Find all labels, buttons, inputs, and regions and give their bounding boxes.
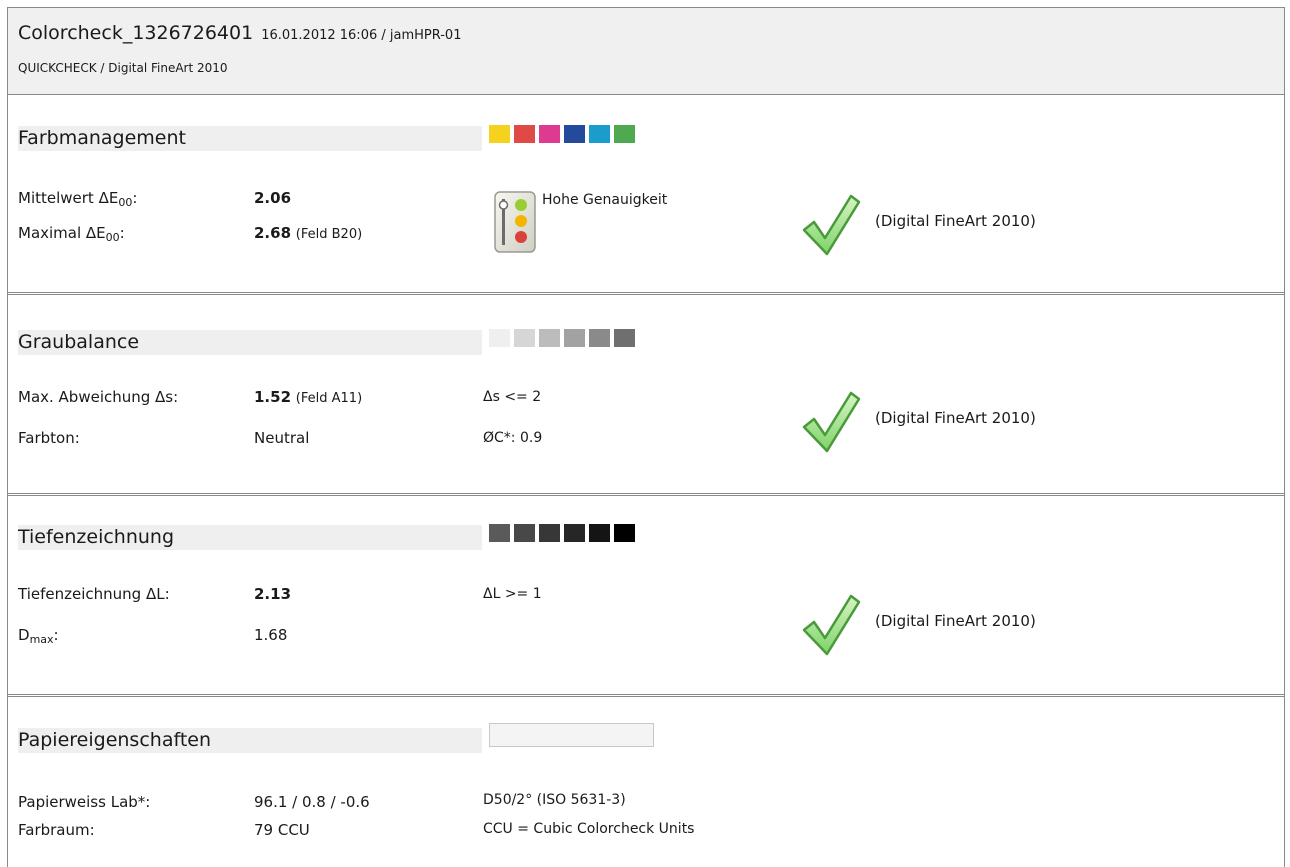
section-title: Graubalance <box>18 330 482 355</box>
swatch-5 <box>589 329 610 347</box>
swatch-5 <box>589 524 610 542</box>
section-title: Tiefenzeichnung <box>18 525 482 550</box>
max-abweichung-value: 1.52 (Feld A11) <box>254 388 363 406</box>
swatch-1 <box>489 524 510 542</box>
farbraum-note: CCU = Cubic Colorcheck Units <box>483 821 695 837</box>
max-abweichung-label: Max. Abweichung Δs: <box>18 388 179 406</box>
swatch-6 <box>614 524 635 542</box>
report-subtitle: QUICKCHECK / Digital FineArt 2010 <box>18 61 228 75</box>
swatch-3 <box>539 125 560 143</box>
farbraum-value: 79 CCU <box>254 821 310 839</box>
section-papiereigenschaften: Papiereigenschaften Papierweiss Lab*: 96… <box>8 697 1284 867</box>
report-header: Colorcheck_1326726401 16.01.2012 16:06 / … <box>8 8 1284 95</box>
farbton-label: Farbton: <box>18 429 80 447</box>
papierweiss-label: Papierweiss Lab*: <box>18 793 151 811</box>
green-checkmark-icon <box>802 391 861 453</box>
swatch-2 <box>514 524 535 542</box>
tiefenzeichnung-value: 2.13 <box>254 585 292 603</box>
swatch-2 <box>514 125 535 143</box>
mittelwert-value: 2.06 <box>254 189 292 207</box>
color-swatches <box>489 125 635 143</box>
green-checkmark-icon <box>802 594 861 656</box>
dmax-label: Dmax: <box>18 626 59 646</box>
verdict-text: (Digital FineArt 2010) <box>875 212 1036 230</box>
dark-swatches <box>489 524 635 542</box>
section-tiefenzeichnung: Tiefenzeichnung Tiefenzeichnung ΔL: 2.13… <box>8 496 1284 694</box>
gray-swatches <box>489 329 635 347</box>
verdict-text: (Digital FineArt 2010) <box>875 409 1036 427</box>
traffic-light-icon <box>494 191 536 253</box>
maximal-label: Maximal ΔE00: <box>18 224 125 244</box>
swatch-4 <box>564 329 585 347</box>
swatch-4 <box>564 524 585 542</box>
max-abweichung-criterion: Δs <= 2 <box>483 389 542 405</box>
accuracy-text: Hohe Genauigkeit <box>542 192 668 208</box>
tiefenzeichnung-label: Tiefenzeichnung ΔL: <box>18 585 170 603</box>
section-farbmanagement: Farbmanagement Mittelwert ΔE00: 2.06 Max… <box>8 94 1284 292</box>
farbraum-label: Farbraum: <box>18 821 95 839</box>
dmax-value: 1.68 <box>254 626 288 644</box>
green-checkmark-icon <box>802 194 861 256</box>
mittelwert-label: Mittelwert ΔE00: <box>18 189 138 209</box>
section-graubalance: Graubalance Max. Abweichung Δs: 1.52 (Fe… <box>8 295 1284 493</box>
swatch-3 <box>539 524 560 542</box>
swatch-1 <box>489 125 510 143</box>
report-title: Colorcheck_1326726401 16.01.2012 16:06 / … <box>18 22 461 44</box>
report-title-text: Colorcheck_1326726401 <box>18 22 254 44</box>
section-title: Papiereigenschaften <box>18 728 482 753</box>
swatch-6 <box>614 125 635 143</box>
swatch-3 <box>539 329 560 347</box>
swatch-5 <box>589 125 610 143</box>
farbton-criterion: ØC*: 0.9 <box>483 430 543 446</box>
papierweiss-note: D50/2° (ISO 5631-3) <box>483 792 626 808</box>
swatch-6 <box>614 329 635 347</box>
papierweiss-value: 96.1 / 0.8 / -0.6 <box>254 793 370 811</box>
section-title: Farbmanagement <box>18 126 482 151</box>
farbton-value: Neutral <box>254 429 310 447</box>
maximal-value: 2.68 (Feld B20) <box>254 224 363 242</box>
swatch-2 <box>514 329 535 347</box>
swatch-1 <box>489 329 510 347</box>
swatch-4 <box>564 125 585 143</box>
report-frame: Colorcheck_1326726401 16.01.2012 16:06 / … <box>7 7 1285 867</box>
tiefenzeichnung-criterion: ΔL >= 1 <box>483 586 542 602</box>
paper-white-swatch <box>489 723 654 747</box>
verdict-text: (Digital FineArt 2010) <box>875 612 1036 630</box>
report-meta: 16.01.2012 16:06 / jamHPR-01 <box>261 28 462 43</box>
